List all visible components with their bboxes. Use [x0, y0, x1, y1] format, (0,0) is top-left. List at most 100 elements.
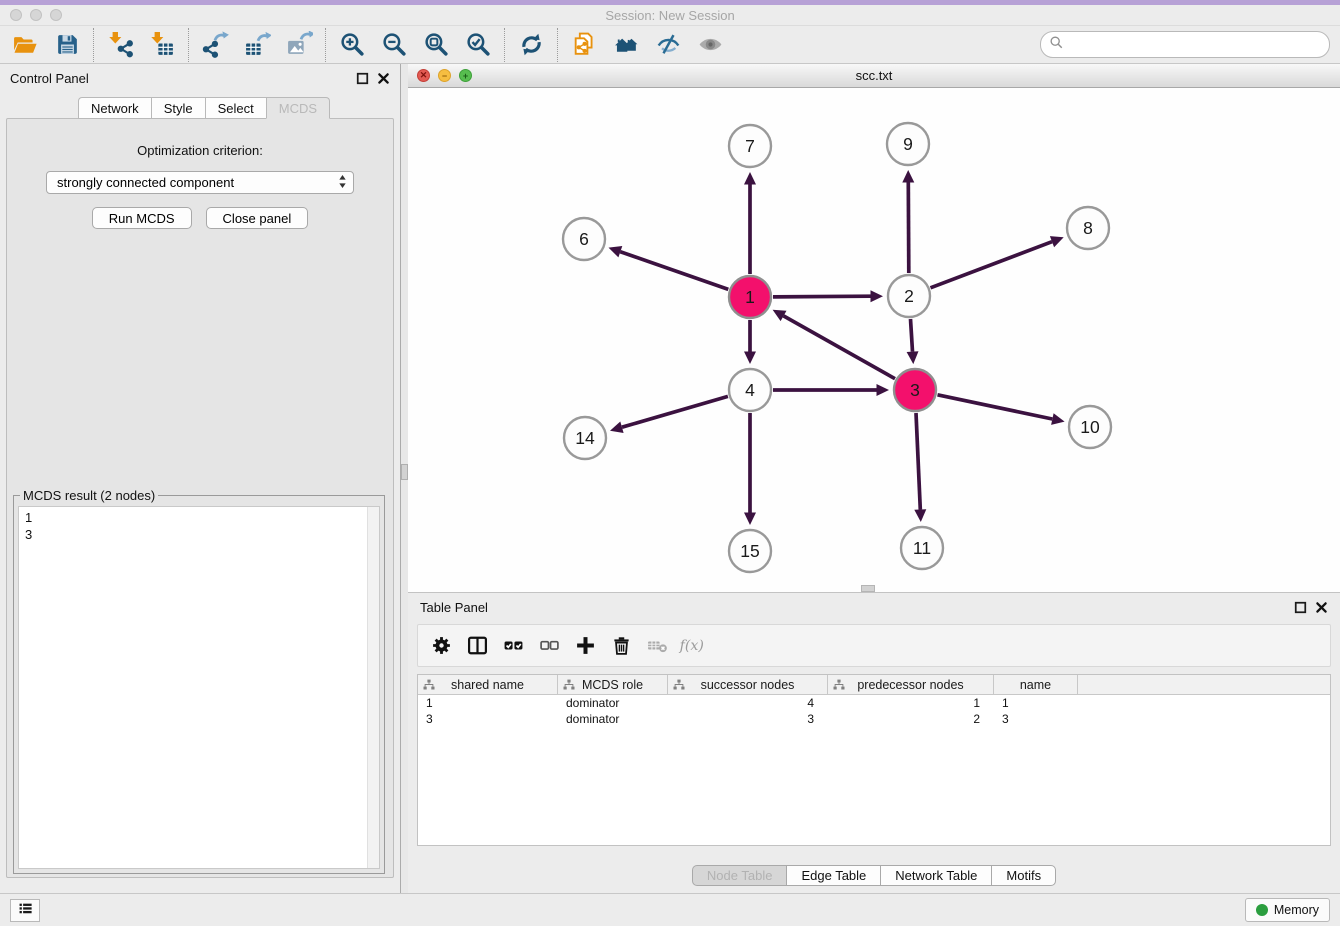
graph-node-15[interactable]: 15	[729, 530, 771, 572]
tab-style[interactable]: Style	[151, 97, 205, 119]
memory-button[interactable]: Memory	[1245, 898, 1330, 922]
tab-network-table[interactable]: Network Table	[880, 865, 991, 886]
float-panel-icon[interactable]	[1294, 601, 1307, 614]
graph-node-6[interactable]: 6	[563, 218, 605, 260]
graph-edge-arrowhead	[610, 422, 624, 434]
table-cell[interactable]: 1	[418, 696, 558, 710]
tab-select[interactable]: Select	[205, 97, 266, 119]
tab-network[interactable]: Network	[78, 97, 151, 119]
graph-node-9[interactable]: 9	[887, 123, 929, 165]
graph-edge-3-10[interactable]	[938, 395, 1053, 419]
tab-motifs[interactable]: Motifs	[991, 865, 1056, 886]
delete-rows-icon[interactable]	[606, 630, 636, 662]
splitter-grip[interactable]	[401, 464, 408, 480]
import-table-icon[interactable]	[145, 29, 179, 61]
graph-node-2[interactable]: 2	[888, 275, 930, 317]
svg-text:7: 7	[745, 136, 755, 156]
graph-edge-2-8[interactable]	[931, 242, 1053, 288]
network-canvas[interactable]: 1 2 3 4 6 7 8 9 10 11 14 15	[408, 88, 1340, 592]
home-icon[interactable]	[609, 29, 643, 61]
graph-node-8[interactable]: 8	[1067, 207, 1109, 249]
refresh-layout-icon[interactable]	[514, 29, 548, 61]
mcds-result-text[interactable]: 13	[18, 506, 380, 869]
control-panel-tabs: NetworkStyleSelectMCDS	[78, 97, 330, 119]
float-panel-icon[interactable]	[356, 72, 369, 85]
svg-text:10: 10	[1080, 417, 1100, 437]
open-session-icon[interactable]	[8, 29, 42, 61]
vertical-splitter[interactable]	[400, 64, 408, 893]
graph-node-3[interactable]: 3	[894, 369, 936, 411]
close-panel-button[interactable]: Close panel	[206, 207, 309, 229]
graph-edge-3-1[interactable]	[784, 316, 896, 379]
tab-mcds[interactable]: MCDS	[266, 97, 330, 119]
graph-edge-arrowhead	[744, 172, 756, 185]
table-cell[interactable]: dominator	[558, 712, 668, 726]
export-image-icon[interactable]	[282, 29, 316, 61]
horizontal-splitter-grip[interactable]	[861, 585, 875, 592]
graph-node-7[interactable]: 7	[729, 125, 771, 167]
search-box[interactable]	[1040, 31, 1330, 58]
column-header-shared-name[interactable]: shared name	[418, 675, 558, 694]
graph-edge-3-11[interactable]	[916, 413, 920, 510]
memory-status-icon	[1256, 904, 1268, 916]
graph-node-4[interactable]: 4	[729, 369, 771, 411]
import-network-icon[interactable]	[103, 29, 137, 61]
tab-node-table[interactable]: Node Table	[692, 865, 787, 886]
application-window: Session: New Session Control Panel Netwo…	[0, 0, 1340, 926]
graph-edge-2-9[interactable]	[908, 183, 909, 274]
table-settings-icon[interactable]	[426, 630, 456, 662]
table-row[interactable]: 1dominator411	[418, 695, 1330, 711]
graph-node-10[interactable]: 10	[1069, 406, 1111, 448]
svg-text:9: 9	[903, 134, 913, 154]
svg-text:11: 11	[913, 538, 931, 558]
table-cell[interactable]: 3	[418, 712, 558, 726]
zoom-out-icon[interactable]	[377, 29, 411, 61]
export-table-icon[interactable]	[240, 29, 274, 61]
graph-node-14[interactable]: 14	[564, 417, 606, 459]
table-row[interactable]: 3dominator323	[418, 711, 1330, 727]
table-cell[interactable]: dominator	[558, 696, 668, 710]
add-column-icon[interactable]	[570, 630, 600, 662]
zoom-in-icon[interactable]	[335, 29, 369, 61]
column-header-successor-nodes[interactable]: successor nodes	[668, 675, 828, 694]
optimization-criterion-dropdown[interactable]: strongly connected component	[46, 171, 354, 194]
table-cell[interactable]: 3	[994, 712, 1078, 726]
select-all-columns-icon[interactable]	[498, 630, 528, 662]
table-cell[interactable]: 1	[828, 696, 994, 710]
table-cell[interactable]: 1	[994, 696, 1078, 710]
svg-text:4: 4	[745, 380, 755, 400]
search-input[interactable]	[1069, 37, 1321, 52]
column-header-predecessor-nodes[interactable]: predecessor nodes	[828, 675, 994, 694]
graph-edge-arrowhead	[1051, 413, 1065, 425]
result-scrollbar[interactable]	[367, 507, 379, 868]
export-network-icon[interactable]	[198, 29, 232, 61]
graph-node-1[interactable]: 1	[729, 276, 771, 318]
run-mcds-button[interactable]: Run MCDS	[92, 207, 192, 229]
network-graph: 1 2 3 4 6 7 8 9 10 11 14 15	[408, 88, 1340, 592]
table-cell[interactable]: 4	[668, 696, 828, 710]
deselect-all-columns-icon[interactable]	[534, 630, 564, 662]
mcds-result-box: MCDS result (2 nodes) 13	[13, 495, 385, 874]
show-hide-graphics-icon[interactable]	[651, 29, 685, 61]
task-history-button[interactable]	[10, 899, 40, 922]
graph-edge-2-3[interactable]	[911, 319, 913, 352]
zoom-selected-icon[interactable]	[461, 29, 495, 61]
table-cell[interactable]: 2	[828, 712, 994, 726]
duplicate-network-icon[interactable]	[567, 29, 601, 61]
column-layout-icon[interactable]	[462, 630, 492, 662]
table-cell[interactable]: 3	[668, 712, 828, 726]
zoom-fit-icon[interactable]	[419, 29, 453, 61]
mcds-result-line: 3	[25, 526, 379, 543]
graph-edge-4-14[interactable]	[622, 396, 728, 427]
column-header-name[interactable]: name	[994, 675, 1078, 694]
svg-text:2: 2	[904, 286, 914, 306]
save-session-icon[interactable]	[50, 29, 84, 61]
tab-edge-table[interactable]: Edge Table	[786, 865, 880, 886]
graph-edge-1-6[interactable]	[620, 252, 728, 290]
close-panel-icon[interactable]	[377, 72, 390, 85]
close-panel-icon[interactable]	[1315, 601, 1328, 614]
window-title: Session: New Session	[0, 8, 1340, 23]
graph-edge-1-2[interactable]	[773, 296, 871, 297]
graph-node-11[interactable]: 11	[901, 527, 943, 569]
column-header-MCDS-role[interactable]: MCDS role	[558, 675, 668, 694]
